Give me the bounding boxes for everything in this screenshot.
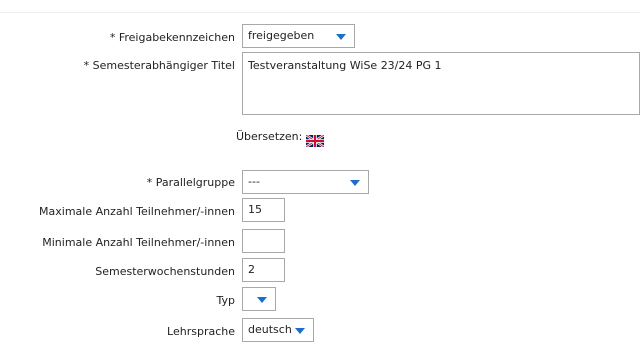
chevron-down-icon (257, 297, 267, 303)
lehrsprache-select[interactable]: deutsch (242, 318, 314, 342)
uk-flag-icon[interactable] (306, 135, 324, 147)
chevron-down-icon (350, 180, 360, 186)
min-participants-input[interactable] (242, 229, 285, 253)
typ-select[interactable] (242, 287, 276, 311)
sws-label: Semesterwochenstunden (95, 265, 235, 278)
typ-label: Typ (216, 294, 236, 307)
parallelgruppe-label: * Parallelgruppe (146, 176, 235, 189)
title-value: Testveranstaltung WiSe 23/24 PG 1 (248, 59, 442, 72)
min-participants-label: Minimale Anzahl Teilnehmer/-innen (42, 236, 235, 249)
freigabe-select[interactable]: freigegeben (242, 24, 355, 48)
lehrsprache-label: Lehrsprache (167, 325, 235, 338)
chevron-down-icon (295, 328, 305, 334)
translate-label: Übersetzen: (236, 130, 303, 143)
lehrsprache-value: deutsch (248, 323, 292, 336)
freigabe-value: freigegeben (248, 29, 315, 42)
max-participants-value: 15 (248, 203, 262, 216)
title-textarea[interactable]: Testveranstaltung WiSe 23/24 PG 1 (242, 52, 640, 115)
sws-input[interactable]: 2 (242, 258, 285, 282)
max-participants-input[interactable]: 15 (242, 198, 285, 222)
parallelgruppe-value: --- (248, 175, 260, 188)
chevron-down-icon (336, 34, 346, 40)
parallelgruppe-select[interactable]: --- (242, 170, 369, 194)
sws-value: 2 (248, 263, 255, 276)
top-divider (0, 12, 640, 13)
freigabe-label: * Freigabekennzeichen (109, 31, 235, 44)
max-participants-label: Maximale Anzahl Teilnehmer/-innen (39, 205, 235, 218)
title-label: * Semesterabhängiger Titel (83, 59, 235, 72)
